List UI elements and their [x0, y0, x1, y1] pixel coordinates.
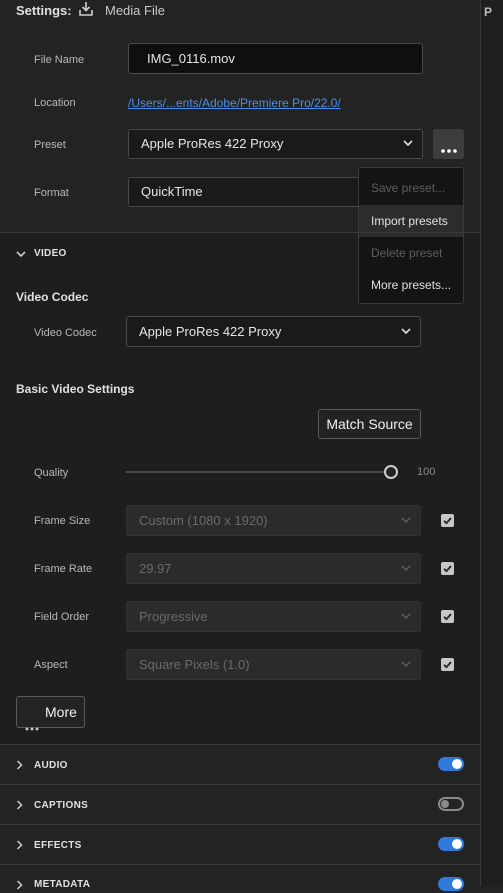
location-label: Location — [34, 97, 76, 109]
format-value: QuickTime — [141, 184, 203, 199]
basic-video-settings-heading: Basic Video Settings — [16, 382, 135, 396]
audio-section-title[interactable]: AUDIO — [34, 760, 68, 771]
divider — [0, 744, 480, 745]
divider — [0, 784, 480, 785]
chevron-down-icon — [401, 612, 411, 621]
effects-section-title[interactable]: EFFECTS — [34, 840, 82, 851]
video-codec-value: Apple ProRes 422 Proxy — [139, 324, 282, 339]
format-label: Format — [34, 187, 69, 199]
chevron-down-icon — [401, 327, 411, 336]
output-type-label: Media File — [105, 3, 165, 18]
captions-section-title[interactable]: CAPTIONS — [34, 800, 88, 811]
file-name-value: IMG_0116.mov — [147, 51, 235, 66]
captions-export-toggle[interactable] — [438, 797, 464, 811]
field-order-dropdown[interactable]: Progressive — [126, 601, 421, 632]
frame-rate-dropdown[interactable]: 29.97 — [126, 553, 421, 584]
chevron-down-icon — [403, 139, 413, 148]
quality-slider-track[interactable] — [126, 471, 392, 473]
frame-size-value: Custom (1080 x 1920) — [139, 513, 268, 528]
chevron-down-icon — [401, 516, 411, 525]
chevron-down-icon — [401, 564, 411, 573]
divider — [0, 824, 480, 825]
adjacent-panel-letter: P — [484, 5, 493, 19]
menu-item-more-presets[interactable]: More presets... — [359, 269, 463, 301]
preset-value: Apple ProRes 422 Proxy — [141, 136, 284, 151]
chevron-down-icon[interactable] — [16, 247, 26, 258]
frame-rate-label: Frame Rate — [34, 563, 93, 575]
field-order-value: Progressive — [139, 609, 208, 624]
preset-dropdown[interactable]: Apple ProRes 422 Proxy — [128, 129, 423, 159]
location-link[interactable]: /Users/...ents/Adobe/Premiere Pro/22.0/ — [128, 96, 341, 110]
video-codec-label: Video Codec — [34, 327, 97, 339]
frame-size-match-checkbox[interactable] — [441, 514, 454, 527]
quality-label: Quality — [34, 467, 69, 479]
frame-rate-match-checkbox[interactable] — [441, 562, 454, 575]
video-codec-heading: Video Codec — [16, 290, 89, 304]
chevron-down-icon — [401, 660, 411, 669]
aspect-match-checkbox[interactable] — [441, 658, 454, 671]
quality-value: 100 — [417, 466, 436, 478]
frame-size-dropdown[interactable]: Custom (1080 x 1920) — [126, 505, 421, 536]
preset-label: Preset — [34, 139, 66, 151]
menu-item-save-preset[interactable]: Save preset... — [359, 172, 463, 204]
match-source-button[interactable]: Match Source — [318, 409, 421, 439]
audio-export-toggle[interactable] — [438, 757, 464, 771]
file-name-input[interactable]: IMG_0116.mov — [128, 43, 423, 74]
more-settings-label: More — [45, 704, 77, 720]
more-settings-button[interactable]: More — [16, 696, 85, 731]
aspect-dropdown[interactable]: Square Pixels (1.0) — [126, 649, 421, 680]
menu-item-delete-preset[interactable]: Delete preset — [359, 237, 463, 269]
metadata-section-title[interactable]: METADATA — [34, 879, 90, 890]
preset-options-menu: Save preset... Import presets Delete pre… — [358, 167, 464, 304]
field-order-label: Field Order — [34, 611, 90, 623]
field-order-match-checkbox[interactable] — [441, 610, 454, 623]
adjacent-panel-edge: P — [480, 0, 503, 886]
aspect-value: Square Pixels (1.0) — [139, 657, 250, 672]
file-name-label: File Name — [34, 54, 85, 66]
download-icon — [78, 1, 94, 17]
preset-options-button[interactable] — [433, 129, 464, 159]
chevron-right-icon[interactable] — [16, 879, 23, 893]
more-horizontal-icon — [441, 142, 457, 156]
metadata-export-toggle[interactable] — [438, 877, 464, 891]
settings-label: Settings: — [16, 3, 72, 18]
effects-export-toggle[interactable] — [438, 837, 464, 851]
quality-slider-handle[interactable] — [384, 465, 398, 479]
video-section-title[interactable]: VIDEO — [34, 248, 67, 259]
frame-rate-value: 29.97 — [139, 561, 172, 576]
chevron-right-icon[interactable] — [16, 759, 23, 773]
video-codec-dropdown[interactable]: Apple ProRes 422 Proxy — [126, 316, 421, 347]
frame-size-label: Frame Size — [34, 515, 91, 527]
aspect-label: Aspect — [34, 659, 68, 671]
chevron-right-icon[interactable] — [16, 799, 23, 813]
divider — [0, 864, 480, 865]
chevron-right-icon[interactable] — [16, 839, 23, 853]
more-horizontal-icon — [25, 711, 39, 741]
divider — [0, 232, 480, 233]
